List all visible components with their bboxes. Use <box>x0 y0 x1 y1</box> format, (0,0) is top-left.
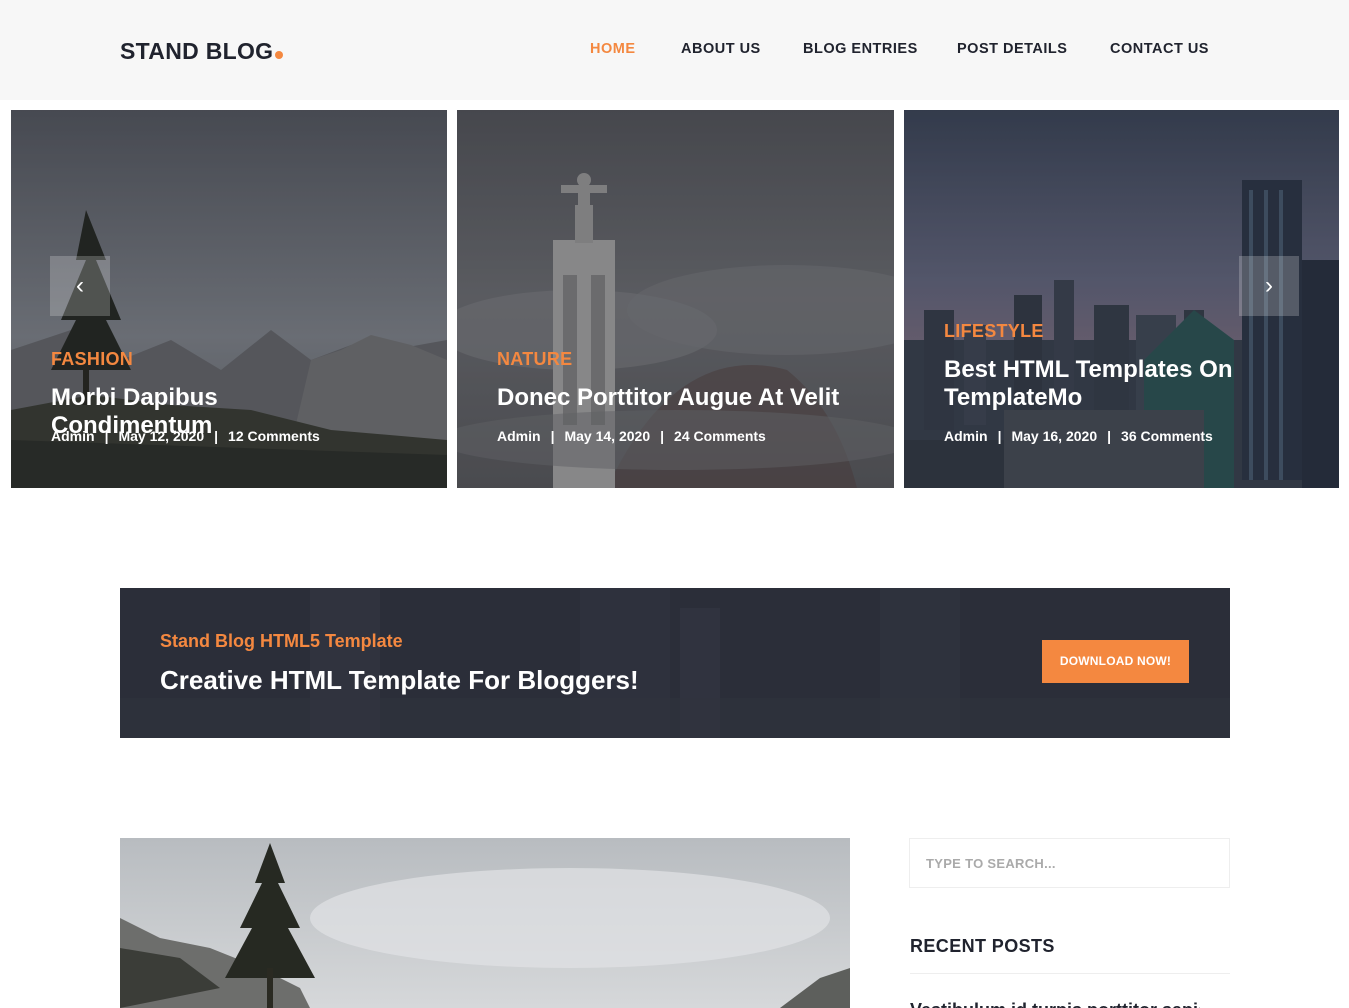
slider-next-button[interactable]: › <box>1239 256 1299 316</box>
chevron-right-icon: › <box>1265 272 1273 299</box>
slide-meta: Admin | May 14, 2020 | 24 Comments <box>497 428 766 444</box>
post-author[interactable]: Admin <box>944 428 988 444</box>
site-header: STAND BLOG HOME ABOUT US BLOG ENTRIES PO… <box>0 0 1349 100</box>
logo-text: STAND BLOG <box>120 38 274 64</box>
post-date[interactable]: May 14, 2020 <box>564 428 650 444</box>
blog-post-image[interactable] <box>120 838 850 1008</box>
post-image-tree <box>120 838 850 1008</box>
post-author[interactable]: Admin <box>497 428 541 444</box>
post-comments[interactable]: 12 Comments <box>228 428 320 444</box>
slide-category[interactable]: FASHION <box>51 349 133 370</box>
chevron-left-icon: ‹ <box>76 272 84 299</box>
nav-blog-entries[interactable]: BLOG ENTRIES <box>803 41 918 57</box>
nav-home[interactable]: HOME <box>590 41 636 57</box>
logo-dot-icon <box>275 51 284 59</box>
post-comments[interactable]: 36 Comments <box>1121 428 1213 444</box>
recent-posts-heading: RECENT POSTS <box>910 936 1055 956</box>
post-date[interactable]: May 16, 2020 <box>1011 428 1097 444</box>
site-logo[interactable]: STAND BLOG <box>120 38 284 65</box>
slide-nature[interactable]: NATURE Donec Porttitor Augue At Velit Ad… <box>457 110 894 488</box>
download-now-button[interactable]: DOWNLOAD NOW! <box>1042 640 1189 683</box>
nav-contact-us[interactable]: CONTACT US <box>1110 41 1209 57</box>
post-date[interactable]: May 12, 2020 <box>118 428 204 444</box>
divider <box>910 973 1230 974</box>
slide-category[interactable]: NATURE <box>497 349 572 370</box>
nav-about-us[interactable]: ABOUT US <box>681 41 761 57</box>
slide-meta: Admin | May 12, 2020 | 12 Comments <box>51 428 320 444</box>
search-input[interactable] <box>909 838 1230 888</box>
slider-prev-button[interactable]: ‹ <box>50 256 110 316</box>
cta-banner: Stand Blog HTML5 Template Creative HTML … <box>120 588 1230 738</box>
post-comments[interactable]: 24 Comments <box>674 428 766 444</box>
slide-category[interactable]: LIFESTYLE <box>944 321 1044 342</box>
nav-post-details[interactable]: POST DETAILS <box>957 41 1067 57</box>
slide-title[interactable]: Donec Porttitor Augue At Velit <box>497 384 857 412</box>
recent-post-link[interactable]: Vestibulum id turpis porttitor sapien <box>910 1000 1200 1008</box>
recent-post-title: Vestibulum id turpis porttitor sapien <box>910 1000 1200 1008</box>
cta-subtitle: Stand Blog HTML5 Template <box>160 631 403 651</box>
post-author[interactable]: Admin <box>51 428 95 444</box>
cta-title: Creative HTML Template For Bloggers! <box>160 665 639 695</box>
slide-meta: Admin | May 16, 2020 | 36 Comments <box>944 428 1213 444</box>
slide-title[interactable]: Best HTML Templates On TemplateMo <box>944 356 1274 412</box>
